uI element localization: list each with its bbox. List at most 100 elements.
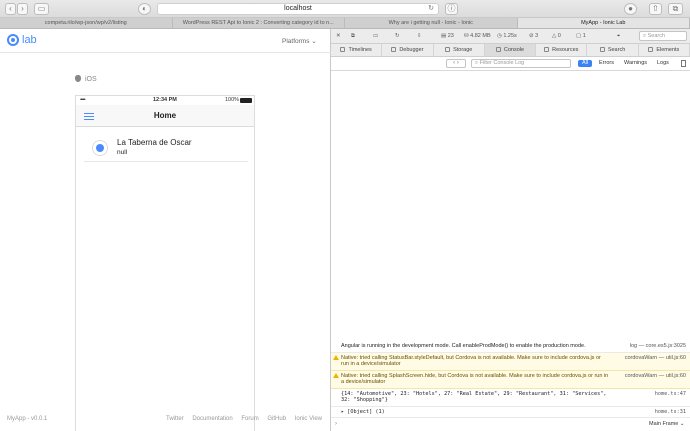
frame-selector-label: Main Frame [649, 421, 679, 427]
platform-name: iOS [85, 76, 97, 83]
list-item[interactable]: La Taberna de Oscar null [84, 134, 248, 162]
console-filter-bar: ‹ › ⌕ Filter Console Log All Errors Warn… [331, 57, 690, 71]
tab-ionic-lab[interactable]: MyApp - Ionic Lab [517, 18, 690, 28]
clear-console-icon[interactable] [681, 60, 686, 67]
sidebar-icon[interactable]: ▭ [34, 3, 49, 15]
tab-label: Storage [453, 47, 473, 53]
undock-icon[interactable]: ⧉ [351, 33, 355, 40]
logs-stat[interactable]: ▢ 1 [576, 33, 586, 39]
item-title: La Taberna de Oscar [117, 138, 192, 147]
tab-ionic-forum[interactable]: Why are i getting null - Ionic - Ionic [345, 18, 518, 28]
elements-icon [648, 47, 654, 52]
message-source-file: util.js:60 [665, 354, 686, 361]
message-source[interactable]: log — core.es5.js:3025 [630, 343, 686, 350]
platforms-dropdown[interactable]: Platforms ⌄ [282, 37, 317, 45]
filter-placeholder: Filter Console Log [479, 60, 525, 66]
footer-link-github[interactable]: GitHub [267, 416, 286, 422]
resources-count-value: 23 [447, 33, 454, 39]
chevron-down-icon: ⌄ [311, 38, 317, 45]
tab-elements[interactable]: Elements [639, 44, 690, 56]
footer-link-documentation[interactable]: Documentation [192, 416, 232, 422]
tab-timelines[interactable]: Timelines [331, 44, 383, 56]
logs-stat-value: 1 [582, 33, 586, 39]
reload-icon[interactable]: ↻ [428, 4, 434, 14]
message-tag: cordovaWarn [624, 354, 658, 361]
time-stat: ◷ 1.25s [497, 33, 517, 39]
level-logs[interactable]: Logs [657, 60, 669, 67]
console-object[interactable]: ▸ [Object] (1) home.ts:31 [331, 407, 690, 418]
footer-links: Twitter Documentation Forum GitHub Ionic… [166, 416, 329, 422]
privacy-icon[interactable]: ◐ [138, 3, 151, 15]
resources-icon [544, 47, 550, 52]
tab-debugger[interactable]: Debugger [382, 44, 434, 56]
tabs-overview-icon[interactable]: ⧉ [668, 3, 683, 15]
status-bar: ••••• 12:34 PM 100% [76, 96, 254, 105]
warning-icon [333, 354, 339, 360]
message-source[interactable]: home.ts:47 [655, 391, 686, 398]
inspector-tabs: Timelines Debugger Storage Console Resou… [331, 44, 690, 57]
avatar [92, 140, 108, 156]
tab-search[interactable]: Search [587, 44, 639, 56]
web-inspector: ✕ ⧉ ▭ ↻ ⇩ ▤ 23 ⛁ 4.82 MB ◷ 1.25s ⊘ 3 △ 0… [331, 29, 690, 431]
tab-listing[interactable]: competa.rilo/wp-json/wp/v2/listing [0, 18, 173, 28]
history-nav-button[interactable]: ‹ › [446, 59, 466, 68]
battery-icon [240, 98, 252, 103]
download-archive-icon[interactable]: ⇩ [417, 33, 422, 39]
downloads-icon[interactable]: ● [624, 3, 637, 15]
lab-logo-text: lab [22, 34, 37, 46]
footer-link-forum[interactable]: Forum [241, 416, 258, 422]
warnings-stat[interactable]: △ 0 [552, 33, 561, 39]
message-text: {14: "Automotive", 23: "Hotels", 27: "Re… [341, 390, 607, 404]
level-all[interactable]: All [578, 60, 593, 67]
signal-icon: ••••• [80, 97, 86, 103]
message-source-file: core.es5.js:3025 [645, 343, 686, 349]
tab-console[interactable]: Console [484, 44, 537, 56]
footer-link-ionic-view[interactable]: Ionic View [295, 416, 322, 422]
app-version: MyApp - v0.0.1 [7, 416, 48, 422]
size-stat: ⛁ 4.82 MB [464, 33, 491, 39]
lab-logo-icon [7, 34, 19, 46]
address-bar[interactable]: localhost ↻ [157, 3, 439, 15]
message-source[interactable]: home.ts:31 [655, 409, 686, 416]
info-icon[interactable]: ⓘ [445, 3, 458, 15]
console-prompt[interactable]: › [335, 421, 337, 427]
console-message: Angular is running in the development mo… [331, 341, 690, 353]
frame-selector[interactable]: Main Frame ⌄ [649, 421, 684, 427]
debugger-icon [391, 47, 397, 52]
dock-bottom-icon[interactable]: ▭ [373, 33, 378, 39]
console-object[interactable]: {14: "Automotive", 23: "Hotels", 27: "Re… [331, 389, 690, 407]
forward-icon[interactable]: › [17, 3, 28, 15]
share-icon[interactable]: ⇧ [649, 3, 662, 15]
level-errors[interactable]: Errors [599, 60, 614, 67]
address-text: localhost [284, 5, 312, 12]
platform-label: iOS [75, 75, 97, 83]
target-icon[interactable]: ⌖ [617, 33, 620, 40]
platforms-label: Platforms [282, 38, 310, 45]
tab-resources[interactable]: Resources [536, 44, 588, 56]
resources-count: ▤ 23 [441, 33, 454, 39]
status-time: 12:34 PM [153, 97, 177, 103]
close-icon[interactable]: ✕ [336, 33, 341, 39]
ionic-lab: lab Platforms ⌄ iOS ••••• 12:34 PM 100% … [0, 29, 331, 431]
back-icon[interactable]: ‹ [5, 3, 16, 15]
tab-label: Search [607, 47, 626, 53]
reload-page-icon[interactable]: ↻ [395, 33, 400, 39]
tab-wordpress-rest[interactable]: WordPress REST Api to Ionic 2 : Converti… [173, 18, 345, 28]
message-source[interactable]: cordovaWarn — util.js:60 [625, 373, 686, 380]
errors-stat-value: 3 [535, 33, 539, 39]
level-warnings[interactable]: Warnings [624, 60, 647, 67]
inspector-toolbar: ✕ ⧉ ▭ ↻ ⇩ ▤ 23 ⛁ 4.82 MB ◷ 1.25s ⊘ 3 △ 0… [331, 29, 690, 44]
message-text: Angular is running in the development mo… [341, 343, 586, 349]
message-text: Native: tried calling SplashScreen.hide,… [341, 372, 609, 386]
filter-input[interactable]: ⌕ Filter Console Log [471, 59, 571, 68]
message-source[interactable]: cordovaWarn — util.js:60 [625, 355, 686, 362]
footer-link-twitter[interactable]: Twitter [166, 416, 184, 422]
inspector-search-placeholder: Search [647, 33, 666, 39]
inspector-search[interactable]: ⌕ Search [639, 31, 687, 41]
battery-percent: 100% [225, 97, 240, 103]
warnings-stat-value: 0 [557, 33, 561, 39]
device-preview: ••••• 12:34 PM 100% Home La Taberna de O… [75, 95, 255, 431]
tab-storage[interactable]: Storage [434, 44, 485, 56]
console-icon [495, 47, 501, 52]
errors-stat[interactable]: ⊘ 3 [529, 33, 538, 39]
